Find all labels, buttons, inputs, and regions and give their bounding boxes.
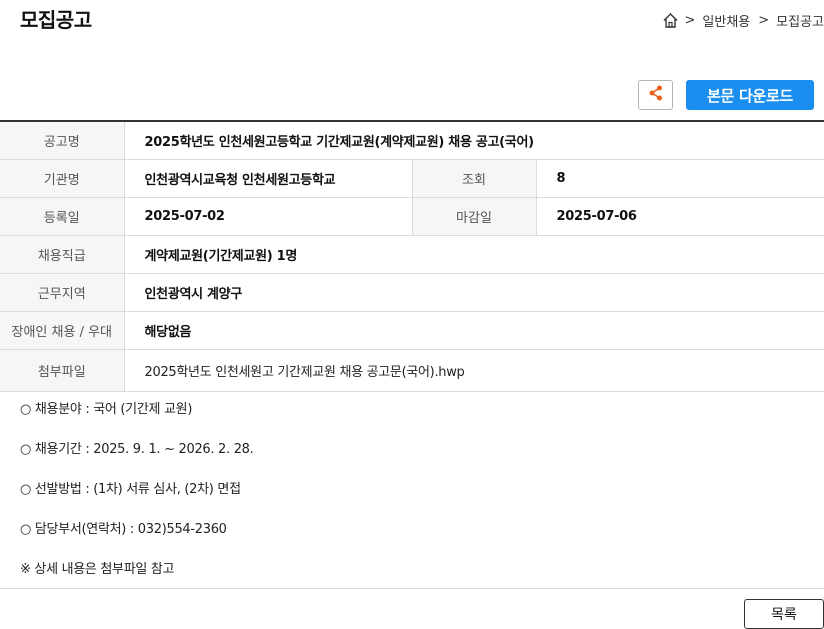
home-icon[interactable]: [662, 12, 679, 29]
views-label: 조회: [412, 159, 537, 198]
download-body-button[interactable]: 본문 다운로드: [686, 80, 814, 110]
org-value: 인천광역시교육청 인천세원고등학교: [124, 159, 413, 198]
attachment-label: 첨부파일: [0, 349, 125, 392]
location-label: 근무지역: [0, 273, 125, 312]
body-line-contact: ○ 담당부서(연락처) : 032)554-2360: [20, 522, 227, 537]
breadcrumb-item-recruitment[interactable]: 모집공고: [776, 11, 824, 30]
table-row: 공고명 2025학년도 인천세원고등학교 기간제교원(계약제교원) 채용 공고(…: [0, 121, 824, 160]
body-line-method: ○ 선발방법 : (1차) 서류 심사, (2차) 면접: [20, 482, 241, 497]
page-title: 모집공고: [20, 8, 92, 32]
announcement-body: ○ 채용분야 : 국어 (기간제 교원) ○ 채용기간 : 2025. 9. 1…: [20, 400, 254, 600]
breadcrumb-separator: >: [758, 13, 770, 28]
deadline-value: 2025-07-06: [536, 197, 824, 236]
breadcrumb-separator: >: [684, 13, 696, 28]
org-label: 기관명: [0, 159, 125, 198]
table-row: 채용직급 계약제교원(기간제교원) 1명: [0, 235, 824, 274]
reg-date-value: 2025-07-02: [124, 197, 413, 236]
table-row: 첨부파일 2025학년도 인천세원고 기간제교원 채용 공고문(국어).hwp: [0, 349, 824, 392]
views-value: 8: [536, 159, 824, 198]
position-label: 채용직급: [0, 235, 125, 274]
job-info-table: 공고명 2025학년도 인천세원고등학교 기간제교원(계약제교원) 채용 공고(…: [0, 120, 824, 392]
share-icon: [647, 84, 665, 106]
table-row: 기관명 인천광역시교육청 인천세원고등학교 조회 8: [0, 159, 824, 198]
title-value: 2025학년도 인천세원고등학교 기간제교원(계약제교원) 채용 공고(국어): [124, 121, 824, 160]
position-value: 계약제교원(기간제교원) 1명: [124, 235, 824, 274]
divider: [0, 588, 824, 589]
title-label: 공고명: [0, 121, 125, 160]
body-line-period: ○ 채용기간 : 2025. 9. 1. ~ 2026. 2. 28.: [20, 442, 254, 457]
deadline-label: 마감일: [412, 197, 537, 236]
attachment-link[interactable]: 2025학년도 인천세원고 기간제교원 채용 공고문(국어).hwp: [124, 349, 824, 392]
breadcrumb: > 일반채용 > 모집공고: [662, 11, 824, 30]
location-value: 인천광역시 계양구: [124, 273, 824, 312]
disability-label: 장애인 채용 / 우대: [0, 311, 125, 350]
table-row: 근무지역 인천광역시 계양구: [0, 273, 824, 312]
disability-value: 해당없음: [124, 311, 824, 350]
body-line-note: ※ 상세 내용은 첨부파일 참고: [20, 562, 175, 577]
table-row: 장애인 채용 / 우대 해당없음: [0, 311, 824, 350]
share-button[interactable]: [638, 80, 673, 110]
list-button[interactable]: 목록: [744, 599, 824, 629]
body-line-field: ○ 채용분야 : 국어 (기간제 교원): [20, 402, 193, 417]
table-row: 등록일 2025-07-02 마감일 2025-07-06: [0, 197, 824, 236]
breadcrumb-item-general-hiring[interactable]: 일반채용: [702, 11, 750, 30]
reg-date-label: 등록일: [0, 197, 125, 236]
